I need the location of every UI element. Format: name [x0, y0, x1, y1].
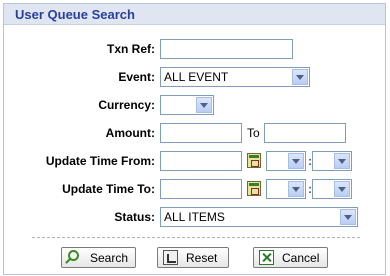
chevron-down-icon[interactable]: [334, 181, 350, 197]
status-row: Status: ALL ITEMS: [4, 207, 385, 229]
amount-row: Amount: To: [4, 123, 385, 145]
update-to-minute-select[interactable]: [312, 179, 352, 199]
amount-label: Amount:: [105, 126, 155, 140]
user-queue-search-panel: User Queue Search Txn Ref: Event: ALL EV…: [3, 3, 386, 275]
chevron-down-icon[interactable]: [292, 69, 308, 85]
calendar-icon[interactable]: [247, 181, 261, 196]
update-to-hour-select[interactable]: [266, 179, 306, 199]
update-time-to-label: Update Time To:: [62, 182, 155, 196]
txn-ref-input[interactable]: [160, 39, 293, 59]
reset-button-label: Reset: [186, 251, 218, 265]
currency-label: Currency:: [98, 98, 155, 112]
amount-to-input[interactable]: [264, 123, 346, 143]
update-time-to-row: Update Time To: :: [4, 179, 385, 201]
search-icon: [68, 250, 79, 261]
status-select-value: ALL ITEMS: [164, 210, 225, 224]
event-select[interactable]: ALL EVENT: [160, 67, 310, 87]
update-to-date-input[interactable]: [160, 179, 242, 199]
status-select[interactable]: ALL ITEMS: [160, 207, 358, 227]
update-from-minute-select[interactable]: [312, 151, 352, 171]
update-from-hour-select[interactable]: [266, 151, 306, 171]
search-button-label: Search: [90, 251, 129, 265]
cancel-button[interactable]: Cancel: [253, 247, 328, 268]
event-select-value: ALL EVENT: [164, 70, 229, 84]
update-time-from-row: Update Time From: :: [4, 151, 385, 173]
cancel-button-label: Cancel: [282, 251, 320, 265]
chevron-down-icon[interactable]: [288, 153, 304, 169]
reset-button[interactable]: Reset: [157, 247, 229, 268]
status-label: Status:: [114, 210, 155, 224]
txn-ref-label: Txn Ref:: [107, 42, 155, 56]
chevron-down-icon[interactable]: [340, 209, 356, 225]
reset-icon: [163, 250, 178, 265]
chevron-down-icon[interactable]: [288, 181, 304, 197]
currency-select[interactable]: [160, 95, 214, 115]
panel-title: User Queue Search: [4, 4, 385, 25]
event-label: Event:: [118, 70, 155, 84]
calendar-icon[interactable]: [247, 153, 261, 168]
search-button[interactable]: Search: [61, 247, 136, 268]
txn-ref-row: Txn Ref:: [4, 39, 385, 61]
update-from-date-input[interactable]: [160, 151, 242, 171]
divider: [32, 237, 360, 238]
chevron-down-icon[interactable]: [196, 97, 212, 113]
event-row: Event: ALL EVENT: [4, 67, 385, 89]
amount-to-label: To: [247, 126, 260, 140]
currency-row: Currency:: [4, 95, 385, 117]
update-time-from-label: Update Time From:: [45, 154, 155, 168]
cancel-icon: [259, 250, 274, 265]
chevron-down-icon[interactable]: [334, 153, 350, 169]
amount-from-input[interactable]: [160, 123, 242, 143]
